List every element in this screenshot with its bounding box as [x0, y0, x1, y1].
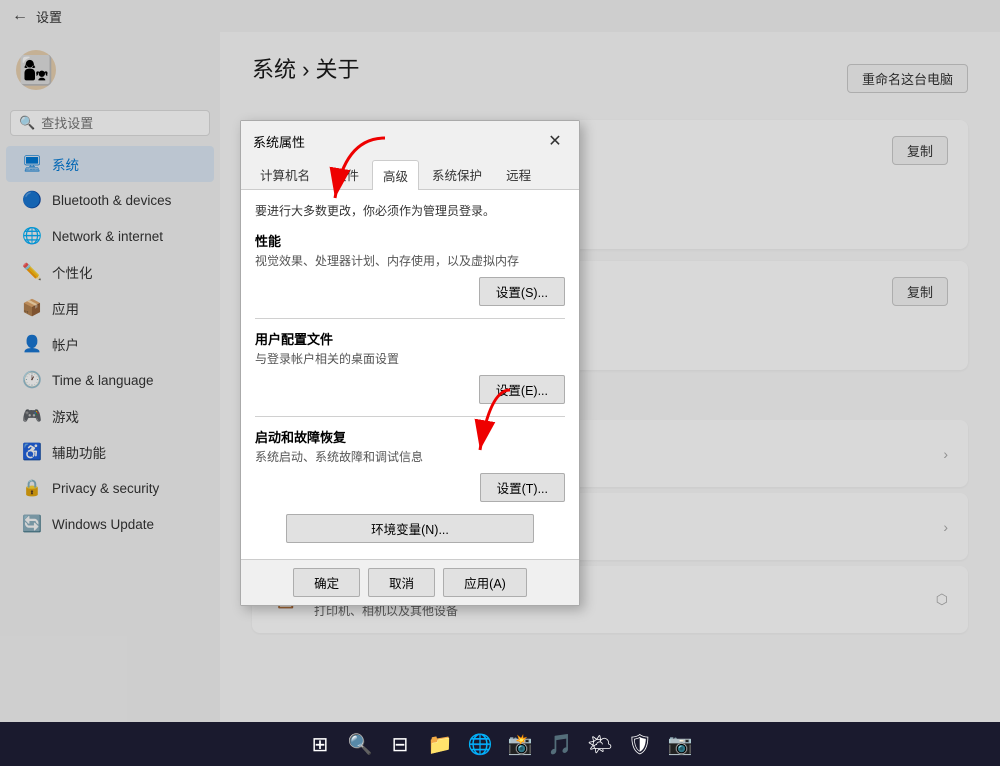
- system-properties-dialog: 系统属性 ✕ 计算机名硬件高级系统保护远程 要进行大多数更改，你必须作为管理员登…: [240, 120, 580, 606]
- startup-recovery-title: 启动和故障恢复: [255, 427, 565, 446]
- taskbar-icon-6[interactable]: 🎵: [544, 728, 576, 760]
- dialog-section-user-profiles: 用户配置文件 与登录帐户相关的桌面设置 设置(E)...: [255, 329, 565, 404]
- dialog-footer-btn-2[interactable]: 应用(A): [443, 568, 527, 597]
- dialog-tabs: 计算机名硬件高级系统保护远程: [241, 153, 579, 190]
- dialog-section-performance: 性能 视觉效果、处理器计划、内存使用，以及虚拟内存 设置(S)...: [255, 231, 565, 306]
- dialog-body: 要进行大多数更改，你必须作为管理员登录。 性能 视觉效果、处理器计划、内存使用，…: [241, 190, 579, 559]
- dialog-sections: 性能 视觉效果、处理器计划、内存使用，以及虚拟内存 设置(S)... 用户配置文…: [255, 231, 565, 502]
- dialog-tab-advanced[interactable]: 高级: [372, 160, 419, 190]
- dialog-section-startup-recovery: 启动和故障恢复 系统启动、系统故障和调试信息 设置(T)...: [255, 427, 565, 502]
- taskbar-icon-5[interactable]: 📸: [504, 728, 536, 760]
- dialog-tab-hardware[interactable]: 硬件: [323, 159, 370, 189]
- startup-recovery-desc: 系统启动、系统故障和调试信息: [255, 448, 565, 465]
- taskbar-icon-4[interactable]: 🌐: [464, 728, 496, 760]
- dialog-footer-btn-0[interactable]: 确定: [293, 568, 360, 597]
- user-profiles-desc: 与登录帐户相关的桌面设置: [255, 350, 565, 367]
- taskbar-icon-3[interactable]: 📁: [424, 728, 456, 760]
- dialog-tab-remote[interactable]: 远程: [495, 159, 542, 189]
- performance-desc: 视觉效果、处理器计划、内存使用，以及虚拟内存: [255, 252, 565, 269]
- taskbar-icon-7[interactable]: 🌤: [584, 728, 616, 760]
- user-profiles-title: 用户配置文件: [255, 329, 565, 348]
- performance-settings-button[interactable]: 设置(S)...: [479, 277, 565, 306]
- dialog-footer-btn-1[interactable]: 取消: [368, 568, 435, 597]
- dialog-titlebar: 系统属性 ✕: [241, 121, 579, 153]
- taskbar-icon-2[interactable]: ⊟: [384, 728, 416, 760]
- performance-title: 性能: [255, 231, 565, 250]
- startup-recovery-settings-button[interactable]: 设置(T)...: [480, 473, 565, 502]
- taskbar-icon-0[interactable]: ⊞: [304, 728, 336, 760]
- dialog-close-button[interactable]: ✕: [543, 129, 567, 153]
- taskbar-icon-1[interactable]: 🔍: [344, 728, 376, 760]
- user-profiles-settings-button[interactable]: 设置(E)...: [479, 375, 565, 404]
- divider-1: [255, 318, 565, 319]
- dialog-tab-system-protection[interactable]: 系统保护: [421, 159, 493, 189]
- dialog-note: 要进行大多数更改，你必须作为管理员登录。: [255, 202, 565, 219]
- dialog-title: 系统属性: [253, 132, 305, 151]
- dialog-footer: 确定取消应用(A): [241, 559, 579, 605]
- taskbar-icon-8[interactable]: 🛡: [624, 728, 656, 760]
- taskbar-icon-9[interactable]: 📷: [664, 728, 696, 760]
- divider-2: [255, 416, 565, 417]
- dialog-tab-computer-name[interactable]: 计算机名: [249, 159, 321, 189]
- taskbar: ⊞🔍⊟📁🌐📸🎵🌤🛡📷: [0, 722, 1000, 766]
- env-variables-button[interactable]: 环境变量(N)...: [286, 514, 534, 543]
